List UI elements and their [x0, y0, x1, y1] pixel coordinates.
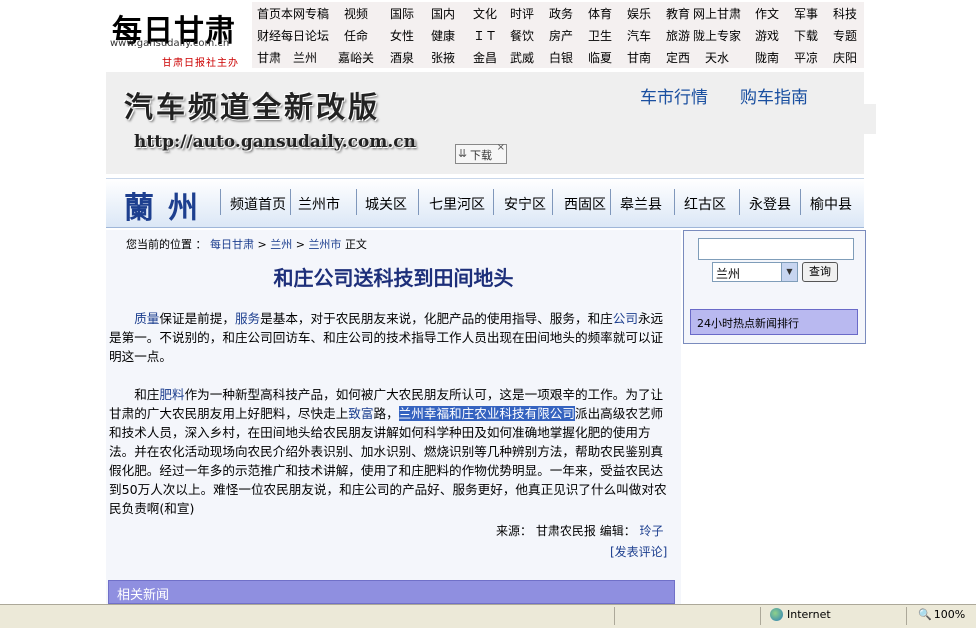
download-button[interactable]: ⇊ 下载 ×	[455, 142, 507, 164]
banner-edge	[864, 104, 876, 134]
city-nav-item[interactable]: 城关区	[365, 194, 407, 214]
breadcrumb-link-lanzhou-city[interactable]: 兰州市	[308, 238, 341, 251]
post-comment-link[interactable]: [发表评论]	[610, 543, 667, 560]
city-nav-item[interactable]: 兰州市	[298, 194, 340, 214]
nav-separator	[739, 189, 740, 215]
source-label: 来源：	[496, 524, 533, 538]
car-buying-guide-link[interactable]: 购车指南	[740, 83, 808, 108]
breadcrumb-separator: >	[295, 238, 305, 251]
nav-separator	[552, 189, 553, 215]
site-logo[interactable]: 每日甘肃 www.gansudaily.com.cn 甘肃日报社主办	[110, 6, 245, 69]
nav-link[interactable]: 专题	[820, 27, 870, 44]
keyword-link-service[interactable]: 服务	[235, 311, 260, 326]
paragraph-text: 派出高级农艺师和技术人员，深入乡村，在田间地头给农民朋友讲解如何科学种田及如何准…	[109, 406, 667, 516]
breadcrumb-current: 正文	[344, 238, 367, 251]
banner-title: 汽车频道全新改版	[124, 90, 381, 124]
city-navigation: 频道首页 兰州市 城关区 七里河区 安宁区 西固区 皋兰县 红古区 永登县 榆中县	[106, 178, 864, 228]
download-label: 下载	[470, 149, 492, 162]
nav-separator	[356, 189, 357, 215]
query-button[interactable]: 查询	[802, 262, 838, 282]
nav-link[interactable]: 网上甘肃	[692, 5, 742, 22]
breadcrumb: 您当前的位置 ： 每日甘肃 > 兰州 > 兰州市 正文	[126, 236, 367, 252]
nav-separator	[610, 189, 611, 215]
city-nav-item[interactable]: 皋兰县	[620, 194, 662, 214]
status-pane-divider	[614, 607, 615, 625]
nav-link[interactable]: 视频	[331, 5, 381, 22]
zoom-icon: 🔍	[918, 608, 932, 621]
download-arrow-icon: ⇊	[458, 147, 468, 160]
nav-link[interactable]: 兰州	[280, 49, 330, 66]
breadcrumb-link-lanzhou[interactable]: 兰州	[270, 238, 292, 251]
security-zone[interactable]: Internet	[770, 608, 831, 621]
nav-separator	[674, 189, 675, 215]
hot-news-ranking-label: 24小时热点新闻排行	[697, 317, 799, 330]
city-nav-item[interactable]: 西固区	[564, 194, 606, 214]
keyword-link-quality[interactable]: 质量	[134, 311, 159, 326]
nav-link[interactable]: 庆阳	[820, 49, 870, 66]
article-paragraph-2: 和庄肥料作为一种新型高科技产品，如何被广大农民朋友所认可，这是一项艰辛的工作。为…	[109, 385, 671, 518]
zoom-value: 100%	[933, 608, 966, 621]
logo-subtitle: 甘肃日报社主办	[162, 58, 239, 69]
internet-zone-icon	[770, 608, 783, 621]
nav-row-2: 财经 每日论坛 任命 女性 健康 ＩＴ 餐饮 房产 卫生 汽车 旅游 陇上专家 游戏 下载 专题	[252, 24, 864, 46]
editor-label: 编辑：	[599, 524, 636, 538]
top-navigation: 首页 本网专稿 视频 国际 国内 文化 时评 政务 体育 娱乐 教育 网上甘肃 作文 军事 科技 财经 每日论…	[252, 2, 864, 68]
chevron-down-icon[interactable]: ▼	[781, 263, 797, 281]
nav-link[interactable]: 每日论坛	[280, 27, 330, 44]
close-icon[interactable]: ×	[497, 142, 505, 153]
banner-url[interactable]: http://auto.gansudaily.com.cn	[134, 132, 416, 152]
car-market-link[interactable]: 车市行情	[640, 83, 708, 108]
nav-link[interactable]: 任命	[331, 27, 381, 44]
city-nav-item[interactable]: 安宁区	[504, 194, 546, 214]
source-value: 甘肃农民报	[535, 524, 596, 538]
zone-label: Internet	[787, 608, 831, 621]
breadcrumb-link-home[interactable]: 每日甘肃	[210, 238, 254, 251]
city-nav-item[interactable]: 红古区	[684, 194, 726, 214]
breadcrumb-separator: >	[257, 238, 267, 251]
nav-separator	[290, 189, 291, 215]
nav-separator	[493, 189, 494, 215]
nav-link[interactable]: 科技	[820, 5, 870, 22]
city-nav-item[interactable]: 七里河区	[429, 194, 485, 214]
nav-separator	[220, 189, 221, 215]
status-pane-divider	[906, 607, 907, 625]
related-news-title: 相关新闻	[117, 588, 170, 603]
article-paragraph-1: 质量保证是前提，服务是基本，对于农民朋友来说，化肥产品的使用指导、服务，和庄公司…	[109, 309, 671, 366]
lanzhou-logo: 蘭州	[124, 191, 212, 226]
breadcrumb-prefix: 您当前的位置 ：	[126, 238, 207, 251]
paragraph-text: 和庄	[134, 387, 160, 402]
city-select[interactable]: 兰州 ▼	[712, 262, 798, 282]
nav-row-3: 甘肃 兰州 嘉峪关 酒泉 张掖 金昌 武威 白银 临夏 甘南 定西 天水 陇南 平凉 庆阳	[252, 46, 864, 68]
nav-link[interactable]: 天水	[692, 49, 742, 66]
nav-link[interactable]: 嘉峪关	[331, 49, 381, 66]
paragraph-text: 保证是前提，	[159, 311, 235, 326]
paragraph-text: 是基本，对于农民朋友来说，化肥产品的使用指导、服务，和庄	[260, 311, 613, 326]
selected-text[interactable]: 兰州幸福和庄农业科技有限公司	[398, 406, 575, 421]
keyword-link-rich[interactable]: 致富	[348, 406, 373, 421]
search-input[interactable]	[698, 238, 854, 260]
nav-separator	[418, 189, 419, 215]
paragraph-text: 路，	[373, 406, 399, 421]
zoom-level[interactable]: 🔍 100%	[918, 608, 965, 621]
city-nav-item[interactable]: 频道首页	[230, 194, 286, 214]
editor-link[interactable]: 玲子	[640, 524, 664, 538]
nav-separator	[800, 189, 801, 215]
related-news-header: 相关新闻	[108, 580, 675, 604]
keyword-link-fertilizer[interactable]: 肥料	[159, 387, 184, 402]
nav-link[interactable]: 陇上专家	[692, 27, 742, 44]
status-pane-divider	[760, 607, 761, 625]
nav-link[interactable]: 本网专稿	[280, 5, 330, 22]
hot-news-ranking-tab[interactable]: 24小时热点新闻排行	[690, 309, 858, 335]
city-nav-item[interactable]: 永登县	[749, 194, 791, 214]
city-nav-item[interactable]: 榆中县	[810, 194, 852, 214]
city-select-value: 兰州	[716, 267, 741, 281]
nav-row-1: 首页 本网专稿 视频 国际 国内 文化 时评 政务 体育 娱乐 教育 网上甘肃 作文 军事 科技	[252, 2, 864, 24]
article-title: 和庄公司送科技到田间地头	[273, 266, 514, 290]
logo-url: www.gansudaily.com.cn	[110, 38, 230, 49]
article-source: 来源： 甘肃农民报 编辑： 玲子	[496, 522, 664, 539]
keyword-link-company[interactable]: 公司	[613, 311, 638, 326]
